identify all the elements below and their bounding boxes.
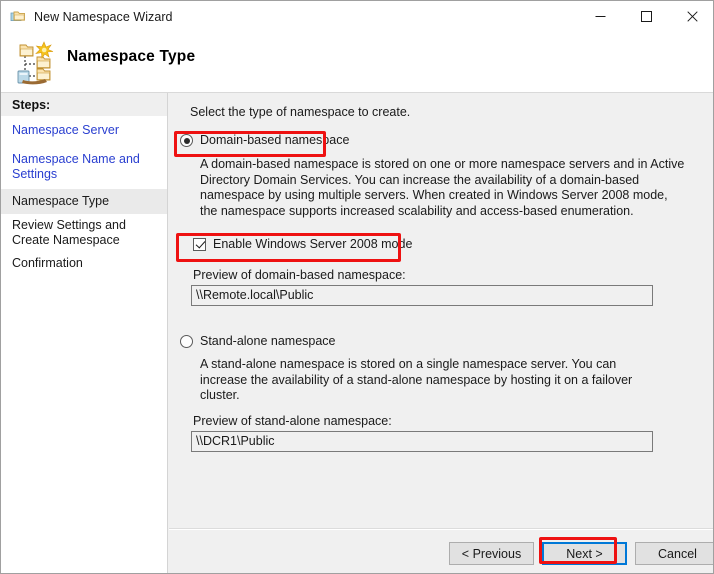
intro-text: Select the type of namespace to create. bbox=[190, 105, 411, 119]
previous-button[interactable]: < Previous bbox=[449, 542, 534, 565]
dfs-namespace-icon bbox=[13, 38, 61, 86]
sidebar-item-namespace-name-and-settings[interactable]: Namespace Name and Settings bbox=[1, 145, 167, 189]
radio-label-stand-alone: Stand-alone namespace bbox=[200, 334, 336, 348]
stand-alone-description: A stand-alone namespace is stored on a s… bbox=[200, 357, 633, 402]
checkbox-label-2008-mode: Enable Windows Server 2008 mode bbox=[213, 237, 413, 251]
domain-preview-label: Preview of domain-based namespace: bbox=[193, 268, 406, 282]
page-title: Namespace Type bbox=[67, 48, 196, 65]
cancel-button[interactable]: Cancel bbox=[635, 542, 713, 565]
radio-indicator-domain-based bbox=[180, 134, 193, 147]
footer-separator bbox=[169, 528, 713, 530]
sidebar-item-confirmation: Confirmation bbox=[12, 256, 83, 270]
sidebar-item-namespace-server[interactable]: Namespace Server bbox=[1, 116, 167, 145]
sidebar-item-review-settings-and-create-namespace: Review Settings and Create Namespace bbox=[12, 218, 126, 247]
stand-alone-preview-textbox[interactable]: \\DCR1\Public bbox=[191, 431, 653, 452]
wizard-content: Select the type of namespace to create. … bbox=[169, 93, 713, 573]
window-controls bbox=[577, 1, 713, 32]
checkbox-enable-windows-server-2008-mode[interactable]: Enable Windows Server 2008 mode bbox=[193, 237, 412, 251]
wizard-header: Namespace Type bbox=[1, 32, 713, 93]
radio-indicator-stand-alone bbox=[180, 335, 193, 348]
sidebar-item-namespace-type[interactable]: Namespace Type bbox=[1, 189, 167, 214]
close-icon[interactable] bbox=[669, 1, 713, 32]
radio-domain-based-namespace[interactable]: Domain-based namespace bbox=[180, 133, 349, 147]
steps-heading: Steps: bbox=[1, 93, 167, 116]
maximize-icon[interactable] bbox=[623, 1, 669, 32]
new-namespace-wizard-window: New Namespace Wizard Namespace Type Step… bbox=[0, 0, 714, 574]
domain-preview-textbox[interactable]: \\Remote.local\Public bbox=[191, 285, 653, 306]
next-button[interactable]: Next > bbox=[542, 542, 627, 565]
stand-alone-preview-label: Preview of stand-alone namespace: bbox=[193, 414, 392, 428]
minimize-icon[interactable] bbox=[577, 1, 623, 32]
titlebar: New Namespace Wizard bbox=[1, 1, 713, 32]
checkbox-indicator-2008-mode bbox=[193, 237, 206, 251]
steps-sidebar: Steps: Namespace Server Namespace Name a… bbox=[1, 93, 168, 573]
window-title: New Namespace Wizard bbox=[34, 9, 173, 24]
namespace-folder-icon bbox=[10, 9, 26, 25]
domain-based-description: A domain-based namespace is stored on on… bbox=[200, 157, 685, 218]
radio-stand-alone-namespace[interactable]: Stand-alone namespace bbox=[180, 334, 336, 348]
radio-label-domain-based: Domain-based namespace bbox=[200, 133, 350, 147]
